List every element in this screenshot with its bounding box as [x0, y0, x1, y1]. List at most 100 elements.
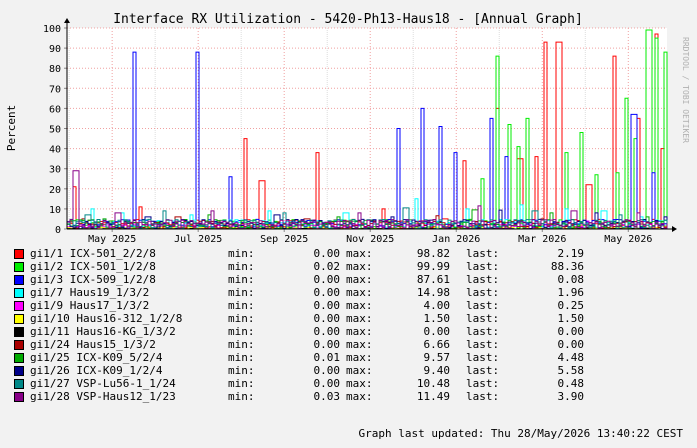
legend-swatch: [14, 340, 24, 350]
legend-entry: gi1/7 Haus19_1/3/2 min: 0.00 max: 14.98 last:…: [14, 286, 694, 299]
legend-last-value: 88.36: [550, 260, 584, 273]
legend-swatch: [14, 288, 24, 298]
legend-last-value: 1.96: [557, 286, 585, 299]
legend-last-value: 0.48: [557, 377, 585, 390]
x-tick-label: Sep 2025: [260, 234, 308, 245]
legend-max-value: 0.00: [423, 325, 451, 338]
legend-min-label: min:: [228, 325, 255, 338]
legend-entry: gi1/26 ICX-K09_1/2/4 min: 0.00 max: 9.40 last…: [14, 364, 694, 377]
legend-swatch: [14, 379, 24, 389]
legend-entry: gi1/10 Haus16-312_1/2/8 min: 0.00 max: 1.50 l…: [14, 312, 694, 325]
legend-min-label: min:: [228, 273, 255, 286]
legend-last-label: last:: [466, 390, 500, 403]
legend-swatch: [14, 249, 24, 259]
legend-series-name: gi1/27 VSP-Lu56-1_1/24: [30, 377, 176, 390]
legend-max-value: 4.00: [423, 299, 451, 312]
legend-min-label: min:: [228, 260, 255, 273]
legend-min-value: 0.00: [313, 377, 341, 390]
y-tick-label: 90: [49, 44, 61, 55]
legend-min-label: min:: [228, 351, 255, 364]
legend-min-value: 0.00: [313, 338, 341, 351]
legend-max-label: max:: [346, 377, 373, 390]
legend-max-label: max:: [346, 312, 373, 325]
legend-min-value: 0.02: [313, 260, 341, 273]
legend-min-value: 0.03: [313, 390, 341, 403]
legend-entry: gi1/27 VSP-Lu56-1_1/24 min: 0.00 max: 10.48 l…: [14, 377, 694, 390]
y-axis-arrow: [64, 18, 70, 23]
legend-series-name: gi1/26 ICX-K09_1/2/4: [30, 364, 163, 377]
legend-entry: gi1/11 Haus16-KG_1/3/2 min: 0.00 max: 0.00 la…: [14, 325, 694, 338]
legend-series-name: gi1/28 VSP-Haus12_1/23: [30, 390, 176, 403]
legend-entry: gi1/25 ICX-K09_5/2/4 min: 0.01 max: 9.57 last…: [14, 351, 694, 364]
chart-title: Interface RX Utilization - 5420-Ph13-Hau…: [113, 12, 583, 27]
legend-max-label: max:: [346, 325, 373, 338]
legend-min-label: min:: [228, 377, 255, 390]
legend-entry: gi1/28 VSP-Haus12_1/23 min: 0.03 max: 11.49 l…: [14, 390, 694, 403]
legend-max-label: max:: [346, 364, 373, 377]
legend-last-value: 0.25: [557, 299, 585, 312]
legend-min-value: 0.01: [313, 351, 341, 364]
legend-series-name: gi1/24 Haus15_1/3/2: [30, 338, 156, 351]
x-tick-label: Nov 2025: [346, 234, 394, 245]
legend-max-value: 99.99: [416, 260, 450, 273]
legend-entry: gi1/1 ICX-501_2/2/8 min: 0.00 max: 98.82 last…: [14, 247, 694, 260]
legend-max-value: 87.61: [416, 273, 450, 286]
legend-min-label: min:: [228, 390, 255, 403]
y-tick-label: 70: [49, 84, 61, 95]
legend-series-name: gi1/11 Haus16-KG_1/3/2: [30, 325, 176, 338]
y-tick-label: 20: [49, 185, 61, 196]
legend-max-value: 10.48: [416, 377, 450, 390]
x-tick-label: May 2025: [88, 234, 136, 245]
legend-entry: gi1/24 Haus15_1/3/2 min: 0.00 max: 6.66 last:…: [14, 338, 694, 351]
legend-max-label: max:: [346, 390, 373, 403]
y-tick-label: 80: [49, 64, 61, 75]
legend-entry: gi1/2 ICX-501_1/2/8 min: 0.02 max: 99.99 last…: [14, 260, 694, 273]
legend-max-value: 1.50: [423, 312, 451, 325]
watermark: RRDTOOL / TOBI OETIKER: [681, 37, 690, 143]
legend-min-value: 0.00: [313, 273, 341, 286]
legend-min-label: min:: [228, 312, 255, 325]
legend-last-value: 3.90: [557, 390, 585, 403]
x-tick-label: Jan 2026: [432, 234, 480, 245]
x-tick-label: Jul 2025: [174, 234, 222, 245]
legend-series-name: gi1/2 ICX-501_1/2/8: [30, 260, 156, 273]
legend-last-label: last:: [466, 273, 500, 286]
legend-min-value: 0.00: [313, 247, 341, 260]
legend-last-value: 0.00: [557, 325, 585, 338]
legend-swatch: [14, 392, 24, 402]
legend: gi1/1 ICX-501_2/2/8 min: 0.00 max: 98.82 last…: [14, 247, 694, 403]
y-tick-label: 10: [49, 205, 61, 216]
legend-max-value: 9.40: [423, 364, 451, 377]
legend-last-label: last:: [466, 325, 500, 338]
legend-min-label: min:: [228, 299, 255, 312]
legend-last-label: last:: [466, 247, 500, 260]
legend-min-value: 0.00: [313, 325, 341, 338]
legend-last-label: last:: [466, 338, 500, 351]
legend-swatch: [14, 327, 24, 337]
legend-swatch: [14, 353, 24, 363]
legend-swatch: [14, 262, 24, 272]
legend-min-label: min:: [228, 364, 255, 377]
y-tick-label: 50: [49, 125, 61, 136]
legend-max-label: max:: [346, 299, 373, 312]
legend-max-value: 9.57: [423, 351, 451, 364]
x-tick-label: May 2026: [604, 234, 652, 245]
legend-min-value: 0.00: [313, 299, 341, 312]
legend-max-value: 11.49: [416, 390, 450, 403]
legend-min-label: min:: [228, 338, 255, 351]
legend-max-label: max:: [346, 351, 373, 364]
y-tick-label: 40: [49, 145, 61, 156]
legend-series-name: gi1/3 ICX-509_1/2/8: [30, 273, 156, 286]
legend-max-label: max:: [346, 260, 373, 273]
legend-min-value: 0.00: [313, 364, 341, 377]
y-tick-label: 30: [49, 165, 61, 176]
legend-swatch: [14, 275, 24, 285]
legend-series-name: gi1/10 Haus16-312_1/2/8: [30, 312, 183, 325]
legend-series-name: gi1/7 Haus19_1/3/2: [30, 286, 150, 299]
legend-last-label: last:: [466, 377, 500, 390]
legend-entry: gi1/3 ICX-509_1/2/8 min: 0.00 max: 87.61 last…: [14, 273, 694, 286]
legend-last-label: last:: [466, 351, 500, 364]
legend-last-value: 0.00: [557, 338, 585, 351]
graph-last-updated: Graph last updated: Thu 28/May/2026 13:4…: [358, 427, 683, 440]
legend-last-value: 5.58: [557, 364, 585, 377]
